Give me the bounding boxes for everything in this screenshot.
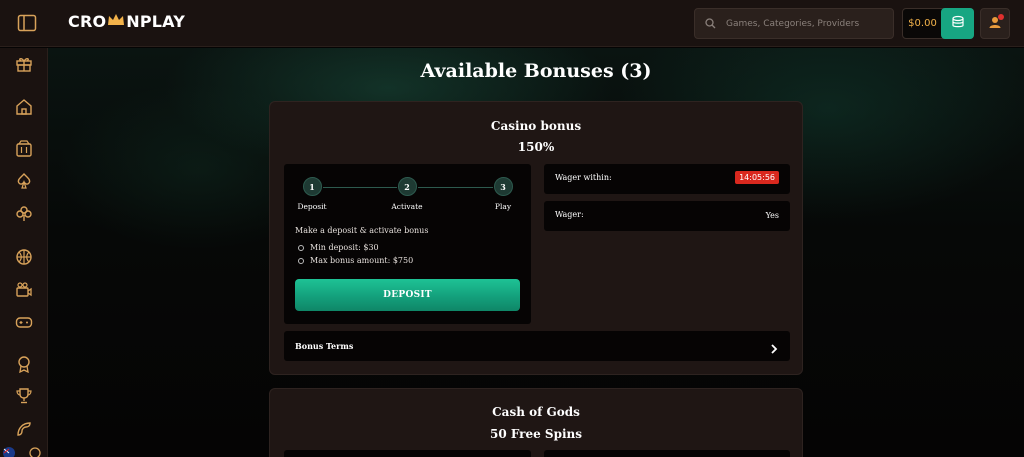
requirement-min-deposit: Min deposit: $30: [298, 243, 413, 252]
profile-button[interactable]: [980, 8, 1010, 39]
balance-amount: $0.00: [908, 18, 937, 29]
info-panel: [544, 450, 790, 457]
top-bar: CRO NPLAY $0.00: [0, 0, 1024, 47]
gift-icon[interactable]: [14, 54, 34, 74]
spade-icon[interactable]: [14, 171, 34, 191]
bonus-title: Casino bonus: [490, 119, 582, 133]
gamepad-icon[interactable]: [14, 312, 34, 332]
bonus-subtitle: 150%: [517, 140, 555, 154]
step-connector: [418, 187, 493, 188]
countdown-timer: 14:05:56: [735, 171, 779, 184]
step-label: Activate: [391, 202, 423, 211]
balance-widget[interactable]: $0.00: [902, 8, 974, 39]
wager-within-label: Wager within:: [555, 173, 612, 182]
search-input[interactable]: [726, 18, 876, 29]
step-label: Deposit: [297, 202, 327, 211]
australia-flag-icon[interactable]: [2, 446, 16, 457]
home-icon[interactable]: [14, 97, 34, 117]
wager-value: Yes: [765, 211, 779, 220]
notification-dot: [998, 14, 1004, 20]
sidebar-toggle-icon[interactable]: [17, 14, 37, 32]
requirement-max-bonus: Max bonus amount: $750: [298, 256, 413, 265]
logo-text-left: CRO: [68, 12, 107, 31]
bonus-terms-label: Bonus Terms: [295, 341, 354, 351]
crown-icon: [107, 12, 125, 31]
slot-machine-icon[interactable]: [14, 139, 34, 159]
step-number: 3: [493, 177, 513, 196]
trophy-icon[interactable]: [14, 386, 34, 406]
ribbon-icon[interactable]: [14, 354, 34, 374]
step-number: 1: [302, 177, 322, 196]
sidebar: [0, 48, 48, 457]
step-connector: [323, 187, 397, 188]
requirements-list: Min deposit: $30 Max bonus amount: $750: [298, 243, 413, 269]
boomerang-icon[interactable]: [14, 419, 34, 439]
clover-icon[interactable]: [14, 204, 34, 224]
step-label: Play: [494, 202, 512, 211]
bonus-subtitle: 50 Free Spins: [489, 427, 583, 441]
site-logo[interactable]: CRO NPLAY: [68, 12, 185, 31]
search-icon: [705, 14, 716, 33]
bonus-card-casino: Casino bonus 150% 1 Deposit 2 Activate 3…: [269, 101, 803, 375]
chevron-right-icon: [770, 340, 778, 359]
wager-row: Wager: Yes: [544, 201, 790, 231]
bonus-instruction: Make a deposit & activate bonus: [295, 226, 429, 235]
page-title: Available Bonuses (3): [420, 60, 652, 82]
camera-icon[interactable]: [14, 280, 34, 300]
step-deposit: 1 Deposit: [292, 177, 332, 211]
bonus-card-cash-of-gods: Cash of Gods 50 Free Spins: [269, 388, 803, 457]
coins-icon: [951, 14, 965, 33]
main-content: Available Bonuses (3) Casino bonus 150% …: [48, 48, 1024, 457]
wallet-button[interactable]: [941, 8, 974, 39]
wager-within-row: Wager within: 14:05:56: [544, 164, 790, 194]
bonus-title: Cash of Gods: [492, 405, 580, 419]
bonus-terms-row[interactable]: Bonus Terms: [284, 331, 790, 361]
steps-panel: [284, 450, 531, 457]
settings-icon[interactable]: [28, 446, 42, 457]
deposit-button[interactable]: DEPOSIT: [295, 279, 520, 311]
step-number: 2: [397, 177, 417, 196]
search-box[interactable]: [694, 8, 894, 39]
logo-text-right: NPLAY: [126, 12, 186, 31]
wager-label: Wager:: [555, 210, 584, 219]
step-activate: 2 Activate: [387, 177, 427, 211]
steps-panel: 1 Deposit 2 Activate 3 Play Make a depos…: [284, 164, 531, 324]
basketball-icon[interactable]: [14, 247, 34, 267]
step-play: 3 Play: [483, 177, 523, 211]
